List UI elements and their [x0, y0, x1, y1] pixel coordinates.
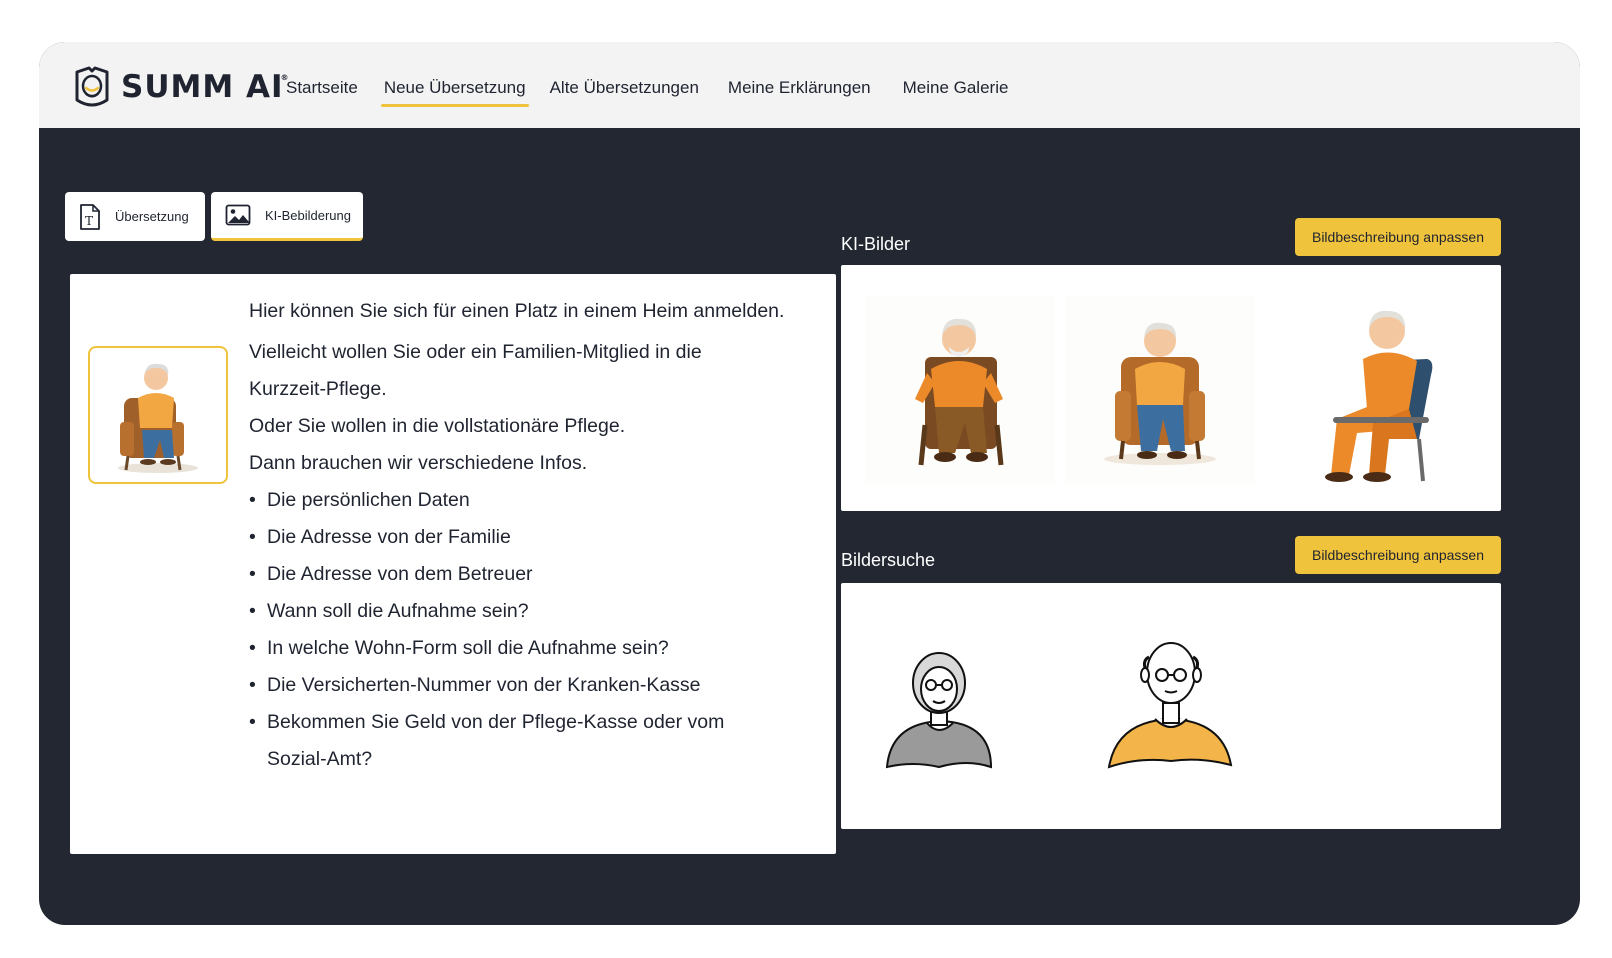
nav-meine-galerie[interactable]: Meine Galerie: [903, 78, 1009, 104]
info-bullet-list: Die persönlichen Daten Die Adresse von d…: [249, 482, 829, 778]
list-item-continuation: Sozial-Amt?: [267, 748, 373, 770]
nav-startseite[interactable]: Startseite: [286, 78, 358, 104]
list-item: Die persönlichen Daten: [249, 482, 829, 519]
bildersuche-adjust-description-button[interactable]: Bildbeschreibung anpassen: [1295, 536, 1501, 574]
search-image-2[interactable]: [1077, 637, 1267, 777]
bildersuche-title: Bildersuche: [841, 550, 936, 570]
tab-uebersetzung[interactable]: T Übersetzung: [65, 192, 205, 241]
text-document-icon: T: [79, 203, 101, 231]
ki-image-1[interactable]: [865, 295, 1055, 485]
bildersuche-panel: [841, 583, 1501, 829]
list-item: Die Versicherten-Nummer von der Kranken-…: [249, 667, 829, 704]
search-image-1[interactable]: [857, 637, 1047, 777]
bildersuche-gallery: [857, 637, 1267, 777]
ki-bilder-gallery: [865, 289, 1467, 489]
list-item: Bekommen Sie Geld von der Pflege-Kasse o…: [249, 704, 829, 741]
ki-bilder-title: KI-Bilder: [841, 234, 911, 254]
list-item: In welche Wohn-Form soll die Aufnahme se…: [249, 630, 829, 667]
logo[interactable]: SUMM AI ®: [71, 64, 290, 110]
nav-meine-erklaerungen[interactable]: Meine Erklärungen: [728, 78, 871, 104]
ki-image-3[interactable]: [1277, 289, 1467, 489]
ki-bilder-adjust-description-button[interactable]: Bildbeschreibung anpassen: [1295, 218, 1501, 256]
list-item: Wann soll die Aufnahme sein?: [249, 593, 829, 630]
tab-ki-bebilderung[interactable]: KI-Bebilderung: [211, 192, 363, 241]
ki-bilder-panel: [841, 265, 1501, 511]
image-icon: [225, 204, 251, 226]
list-item: Die Adresse von der Familie: [249, 519, 829, 556]
translation-text-panel: Hier können Sie sich für einen Platz in …: [70, 274, 836, 854]
top-navigation-bar: SUMM AI ® Startseite Neue Übersetzung Alt…: [39, 42, 1580, 128]
text-paragraph: Dann brauchen wir verschiedene Infos.: [249, 452, 588, 474]
tab-uebersetzung-label: Übersetzung: [115, 209, 189, 224]
text-paragraph: Kurzzeit-Pflege.: [249, 378, 387, 400]
nav-alte-uebersetzungen[interactable]: Alte Übersetzungen: [550, 78, 699, 104]
main-nav: Startseite Neue Übersetzung Alte Überset…: [286, 78, 1009, 107]
logo-text: SUMM AI ®: [121, 69, 290, 105]
tab-ki-bebilderung-label: KI-Bebilderung: [265, 207, 351, 223]
text-paragraph: Oder Sie wollen in die vollstationäre Pf…: [249, 415, 626, 437]
nav-neue-uebersetzung[interactable]: Neue Übersetzung: [380, 78, 529, 107]
svg-text:T: T: [85, 214, 93, 228]
summ-ai-logo-icon: [75, 66, 109, 107]
list-item: Die Adresse von dem Betreuer: [249, 556, 829, 593]
text-intro-line: Hier können Sie sich für einen Platz in …: [249, 300, 785, 322]
app-window: SUMM AI ® Startseite Neue Übersetzung Alt…: [39, 42, 1580, 925]
text-paragraph: Vielleicht wollen Sie oder ein Familien-…: [249, 341, 702, 363]
selected-image-thumbnail[interactable]: [88, 346, 228, 484]
easy-language-text: Hier können Sie sich für einen Platz in …: [249, 294, 829, 778]
ki-image-2[interactable]: [1065, 295, 1255, 485]
